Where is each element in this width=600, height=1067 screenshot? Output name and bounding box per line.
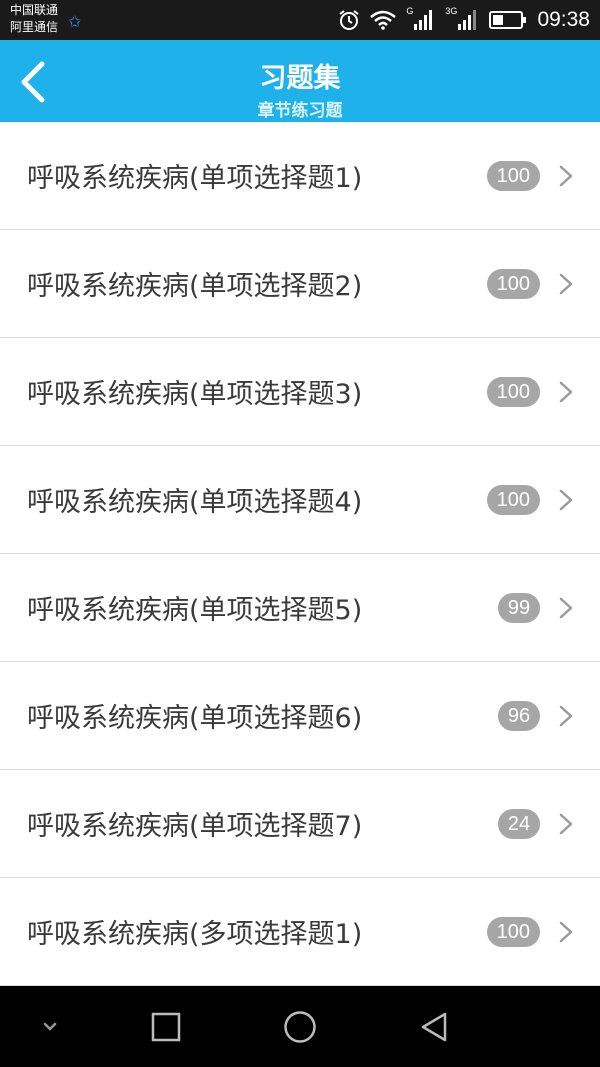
carrier-secondary: 阿里通信 <box>10 20 59 34</box>
count-badge: 100 <box>486 916 540 947</box>
list-item-label: 呼吸系统疾病(单项选择题6) <box>27 703 363 734</box>
count-badge: 100 <box>486 484 540 515</box>
count-badge: 100 <box>486 268 540 299</box>
nav-recent-apps-button[interactable] <box>126 986 206 1067</box>
chevron-right-icon <box>559 273 573 294</box>
chevron-right-icon <box>559 165 573 186</box>
battery-icon <box>489 11 527 29</box>
network-type-label-2: 3G <box>445 6 458 16</box>
count-badge: 24 <box>498 808 540 839</box>
nav-back-button[interactable] <box>394 986 474 1067</box>
system-nav-bar <box>0 986 600 1067</box>
list-item-label: 呼吸系统疾病(单项选择题3) <box>27 379 363 410</box>
count-badge: 100 <box>486 160 540 191</box>
chevron-right-icon <box>559 705 573 726</box>
count-badge: 100 <box>486 376 540 407</box>
network-type-label: G <box>406 6 414 16</box>
app-header: 习题集 章节练习题 <box>0 40 600 122</box>
signal-icon <box>458 10 477 30</box>
page-title: 习题集 <box>259 63 341 94</box>
list-item[interactable]: 呼吸系统疾病(单项选择题6) 96 <box>0 662 600 770</box>
status-time: 09:38 <box>537 8 590 31</box>
chevron-right-icon <box>559 813 573 834</box>
list-item[interactable]: 呼吸系统疾病(单项选择题5) 99 <box>0 554 600 662</box>
chevron-down-icon <box>43 1022 57 1031</box>
exercise-list: 呼吸系统疾病(单项选择题1) 100 呼吸系统疾病(单项选择题2) 100 呼吸系统疾病… <box>0 122 600 986</box>
circle-icon <box>284 1010 316 1043</box>
list-item[interactable]: 呼吸系统疾病(单项选择题1) 100 <box>0 122 600 230</box>
status-bar: 中国联通 阿里通信 ✩ G 3G 09:38 <box>0 0 600 40</box>
carrier-info: 中国联通 阿里通信 <box>10 2 58 36</box>
list-item[interactable]: 呼吸系统疾病(单项选择题2) 100 <box>0 230 600 338</box>
square-icon <box>151 1012 181 1041</box>
carrier-primary: 中国联通 <box>10 3 59 17</box>
chevron-right-icon <box>559 921 573 942</box>
signal-icon <box>414 10 433 30</box>
nav-home-button[interactable] <box>260 986 340 1067</box>
count-badge: 96 <box>498 700 540 731</box>
list-item-label: 呼吸系统疾病(单项选择题4) <box>27 487 363 518</box>
list-item[interactable]: 呼吸系统疾病(多项选择题1) 100 <box>0 878 600 986</box>
chevron-right-icon <box>559 381 573 402</box>
wifi-icon <box>370 10 397 30</box>
list-item[interactable]: 呼吸系统疾病(单项选择题3) 100 <box>0 338 600 446</box>
chevron-right-icon <box>559 489 573 510</box>
alarm-icon <box>339 10 360 30</box>
list-item-label: 呼吸系统疾病(单项选择题2) <box>27 271 363 302</box>
chevron-right-icon <box>559 597 573 618</box>
count-badge: 99 <box>498 592 540 623</box>
list-item[interactable]: 呼吸系统疾病(单项选择题7) 24 <box>0 770 600 878</box>
list-item-label: 呼吸系统疾病(单项选择题1) <box>27 163 363 194</box>
list-item-label: 呼吸系统疾病(多项选择题1) <box>27 919 363 950</box>
star-icon: ✩ <box>68 12 82 31</box>
page-subtitle: 章节练习题 <box>257 101 343 121</box>
status-icons: G 3G 09:38 <box>338 0 590 40</box>
nav-collapse-button[interactable] <box>10 986 90 1067</box>
list-item-label: 呼吸系统疾病(单项选择题5) <box>27 595 363 626</box>
list-item[interactable]: 呼吸系统疾病(单项选择题4) 100 <box>0 446 600 554</box>
list-item-label: 呼吸系统疾病(单项选择题7) <box>27 811 363 842</box>
triangle-back-icon <box>421 1012 447 1041</box>
